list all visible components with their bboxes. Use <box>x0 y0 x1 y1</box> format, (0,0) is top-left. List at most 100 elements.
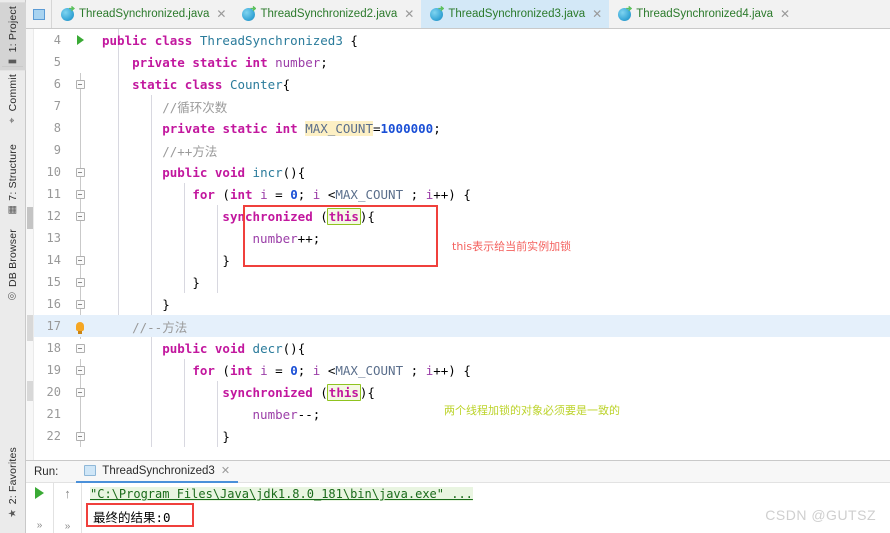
line-content: for (int i = 0; i <MAX_COUNT ; i++) { <box>192 362 471 378</box>
run-panel-second-toolbar: ↑ » <box>54 483 82 533</box>
code-line[interactable]: 22 } <box>34 425 890 447</box>
fold-collapse-icon[interactable] <box>75 365 85 375</box>
console-result-line: 最终的结果:0 <box>93 510 171 525</box>
gutter-marker <box>68 321 92 334</box>
editor-vertical-scrollbar[interactable] <box>26 29 34 460</box>
main-column: ThreadSynchronized.java ✕ ThreadSynchron… <box>26 0 890 533</box>
run-tab-thread-synchronized3[interactable]: ThreadSynchronized3 ✕ <box>76 461 239 483</box>
run-arrow-icon[interactable] <box>76 35 84 45</box>
sidebar-item-db-browser[interactable]: ◎ DB Browser <box>0 225 26 305</box>
line-content: //++方法 <box>162 143 218 159</box>
run-tool-window: Run: ThreadSynchronized3 ✕ » ↑ » "C:\Pro… <box>26 460 890 533</box>
code-editor[interactable]: 4 public class ThreadSynchronized3 { 5 p… <box>26 29 890 460</box>
fold-collapse-icon[interactable] <box>75 277 85 287</box>
line-number: 14 <box>46 253 61 267</box>
editor-tab-bar: ThreadSynchronized.java ✕ ThreadSynchron… <box>26 0 890 29</box>
sidebar-item-project[interactable]: ▮ 1: Project <box>0 2 26 71</box>
expand-chevron-icon[interactable]: » <box>37 521 43 531</box>
scrollbar-thumb[interactable] <box>27 207 33 229</box>
line-content: //循环次数 <box>162 99 228 115</box>
line-content: static class Counter{ <box>132 76 291 92</box>
code-line-active[interactable]: 17 //--方法 <box>34 315 890 337</box>
gutter-marker <box>68 255 92 265</box>
tab-thread-synchronized2[interactable]: ThreadSynchronized2.java ✕ <box>233 0 421 28</box>
scrollbar-thumb-secondary[interactable] <box>27 315 33 341</box>
intention-bulb-icon[interactable] <box>76 321 84 334</box>
ide-window: ▮ 1: Project ⌖ Commit ▦ 7: Structure ◎ D… <box>0 0 890 533</box>
fold-collapse-icon[interactable] <box>75 167 85 177</box>
fold-collapse-icon[interactable] <box>75 299 85 309</box>
fold-collapse-icon[interactable] <box>75 79 85 89</box>
run-panel-left-toolbar: » <box>26 483 54 533</box>
line-number: 9 <box>53 143 61 157</box>
scrollbar-thumb-tertiary[interactable] <box>27 381 33 401</box>
star-icon: ★ <box>6 508 18 518</box>
this-keyword-highlight: this <box>326 383 361 401</box>
code-line[interactable]: 11 for (int i = 0; i <MAX_COUNT ; i++) { <box>34 183 890 205</box>
code-line[interactable]: 6 static class Counter{ <box>34 73 890 95</box>
fold-collapse-icon[interactable] <box>75 431 85 441</box>
line-number: 15 <box>46 275 61 289</box>
line-content: private static int number; <box>132 54 328 70</box>
sidebar-item-label: 1: Project <box>7 6 19 53</box>
close-icon[interactable]: ✕ <box>592 8 602 20</box>
tab-label: ThreadSynchronized3.java <box>448 8 586 20</box>
run-panel-header: Run: ThreadSynchronized3 ✕ <box>26 461 890 483</box>
sidebar-item-structure[interactable]: ▦ 7: Structure <box>0 140 26 219</box>
close-icon[interactable]: ✕ <box>780 8 790 20</box>
fold-collapse-icon[interactable] <box>75 255 85 265</box>
run-panel-label: Run: <box>34 465 59 478</box>
code-lines-container[interactable]: 4 public class ThreadSynchronized3 { 5 p… <box>34 29 890 460</box>
code-line[interactable]: 20 synchronized (this){ <box>34 381 890 403</box>
java-class-icon <box>430 7 444 21</box>
sidebar-item-label: 2: Favorites <box>7 447 19 505</box>
tab-label: ThreadSynchronized.java <box>79 8 210 20</box>
code-line[interactable]: 16 } <box>34 293 890 315</box>
code-line[interactable]: 15 } <box>34 271 890 293</box>
sidebar-item-commit[interactable]: ⌖ Commit <box>0 70 26 129</box>
java-class-icon <box>61 7 74 21</box>
code-line[interactable]: 19 for (int i = 0; i <MAX_COUNT ; i++) { <box>34 359 890 381</box>
tab-thread-synchronized[interactable]: ThreadSynchronized.java ✕ <box>52 0 233 28</box>
fold-collapse-icon[interactable] <box>75 189 85 199</box>
line-number: 6 <box>53 77 61 91</box>
code-line[interactable]: 10 public void incr(){ <box>34 161 890 183</box>
code-line[interactable]: 21 number--; <box>34 403 890 425</box>
code-line[interactable]: 5 private static int number; <box>34 51 890 73</box>
expand-chevron-icon[interactable]: » <box>65 522 71 532</box>
fold-collapse-icon[interactable] <box>75 387 85 397</box>
sidebar-item-favorites[interactable]: ★ 2: Favorites <box>0 443 26 522</box>
tab-thread-synchronized3[interactable]: ThreadSynchronized3.java ✕ <box>421 0 610 28</box>
tab-bar-lead-button[interactable] <box>26 0 52 28</box>
code-line[interactable]: 8 private static int MAX_COUNT=1000000; <box>34 117 890 139</box>
close-icon[interactable]: ✕ <box>221 464 230 477</box>
code-line[interactable]: 18 public void decr(){ <box>34 337 890 359</box>
code-line[interactable]: 4 public class ThreadSynchronized3 { <box>34 29 890 51</box>
line-content: synchronized (this){ <box>222 383 375 401</box>
fold-collapse-icon[interactable] <box>75 211 85 221</box>
sidebar-item-label: Commit <box>7 74 19 112</box>
scroll-up-icon[interactable]: ↑ <box>64 487 71 500</box>
line-number: 12 <box>46 209 61 223</box>
close-icon[interactable]: ✕ <box>404 8 414 20</box>
code-line[interactable]: 12 synchronized (this){ <box>34 205 890 227</box>
line-content: for (int i = 0; i <MAX_COUNT ; i++) { <box>192 186 471 202</box>
code-line[interactable]: 14 } <box>34 249 890 271</box>
tab-thread-synchronized4[interactable]: ThreadSynchronized4.java ✕ <box>609 0 797 28</box>
code-line[interactable]: 9 //++方法 <box>34 139 890 161</box>
this-keyword-highlight: this <box>326 207 361 225</box>
max-count-identifier: MAX_COUNT <box>305 120 373 136</box>
line-number: 13 <box>46 231 61 245</box>
fold-collapse-icon[interactable] <box>75 343 85 353</box>
console-command-line[interactable]: "C:\Program Files\Java\jdk1.8.0_181\bin\… <box>90 487 473 501</box>
line-number: 4 <box>53 33 61 47</box>
close-icon[interactable]: ✕ <box>216 8 226 20</box>
code-line[interactable]: 7 //循环次数 <box>34 95 890 117</box>
rerun-icon[interactable] <box>35 487 44 499</box>
line-content: private static int MAX_COUNT=1000000; <box>162 120 441 136</box>
code-line[interactable]: 13 number++; <box>34 227 890 249</box>
watermark: CSDN @GUTSZ <box>765 507 876 523</box>
line-number: 8 <box>53 121 61 135</box>
db-browser-icon: ◎ <box>7 291 18 301</box>
gutter-marker <box>68 79 92 89</box>
